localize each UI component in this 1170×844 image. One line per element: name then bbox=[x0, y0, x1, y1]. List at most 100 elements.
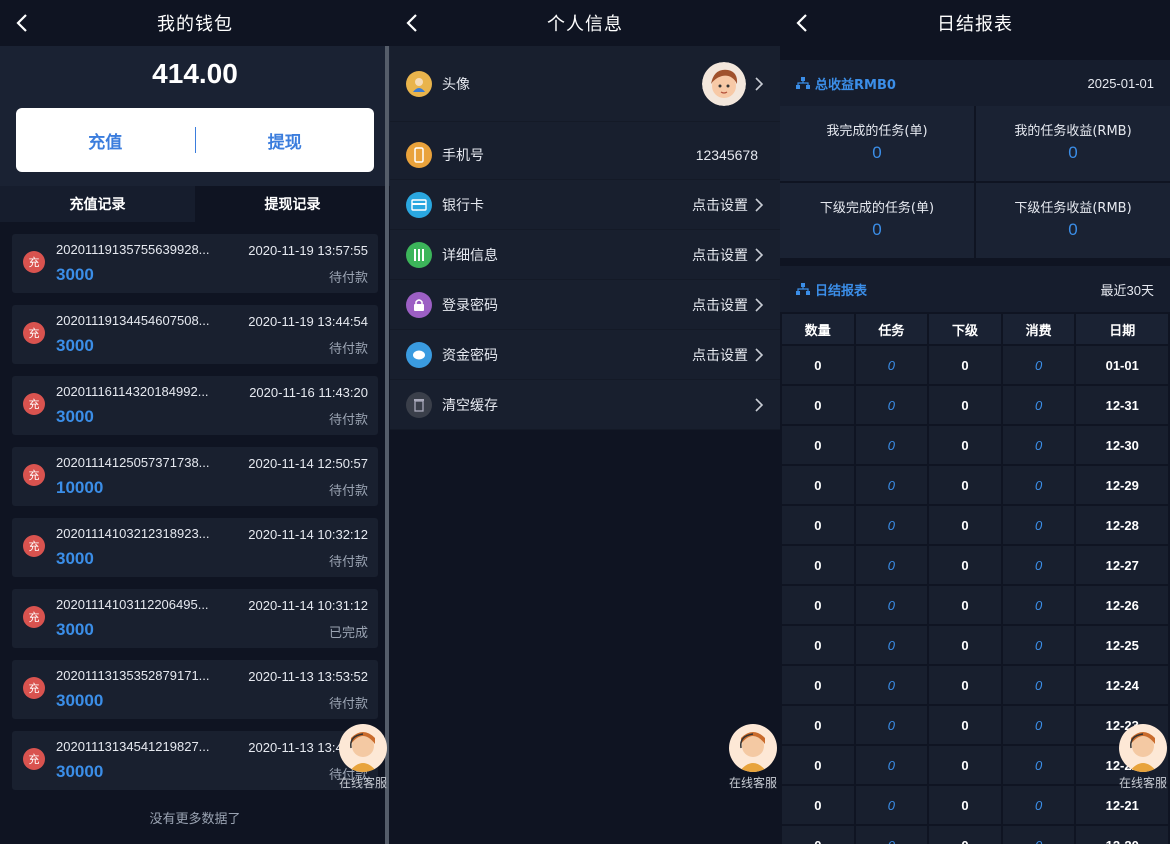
order-id: 20201119135755639928... bbox=[56, 242, 210, 257]
record-item[interactable]: 充 20201114125057371738... 10000 2020-11-14 … bbox=[12, 447, 378, 506]
order-time: 2020-11-14 10:31:12 bbox=[248, 598, 368, 613]
table-cell: 0 bbox=[929, 706, 1001, 744]
record-item[interactable]: 充 20201119135755639928... 3000 2020-11-19 1… bbox=[12, 234, 378, 293]
tab-withdraw-records[interactable]: 提现记录 bbox=[195, 186, 390, 222]
record-item[interactable]: 充 20201114103212318923... 3000 2020-11-14 1… bbox=[12, 518, 378, 577]
table-cell: 12-26 bbox=[1076, 586, 1168, 624]
row-label: 银行卡 bbox=[442, 197, 484, 214]
stat-card: 下级完成的任务(单) 0 bbox=[780, 183, 974, 258]
row-label: 详细信息 bbox=[442, 247, 498, 264]
user-avatar bbox=[702, 61, 746, 106]
table-row: 0 0 0 0 12-21 bbox=[782, 786, 1168, 824]
daily-title: 日结报表 bbox=[796, 280, 867, 299]
table-cell: 0 bbox=[929, 466, 1001, 504]
back-arrow-icon[interactable] bbox=[402, 11, 424, 35]
tab-recharge-records[interactable]: 充值记录 bbox=[0, 186, 195, 222]
table-cell: 0 bbox=[855, 346, 928, 384]
order-amount: 3000 bbox=[56, 620, 94, 639]
withdraw-button[interactable]: 提现 bbox=[196, 128, 375, 153]
row-value: 点击设置 bbox=[692, 196, 748, 213]
profile-row-clear-cache[interactable]: 清空缓存 bbox=[390, 380, 780, 430]
table-cell: 0 bbox=[929, 546, 1001, 584]
profile-row-avatar[interactable]: 头像 bbox=[390, 46, 780, 122]
online-service-button[interactable]: 在线客服 bbox=[1117, 724, 1169, 791]
table-cell: 0 bbox=[855, 426, 928, 464]
stats-grid: 我完成的任务(单) 0 我的任务收益(RMB) 0 下级完成的任务(单) 0 下级任务… bbox=[780, 106, 1170, 258]
order-status: 待付款 bbox=[328, 271, 368, 286]
profile-screen: 个人信息 头像 手机号 12345678 银行卡 点击设置 详细信息 点击设置 … bbox=[390, 0, 780, 844]
piggy-bank-icon bbox=[406, 341, 432, 368]
daily-title-text: 日结报表 bbox=[815, 283, 868, 299]
table-cell: 0 bbox=[929, 506, 1001, 544]
table-cell: 0 bbox=[855, 586, 928, 624]
table-cell: 0 bbox=[1002, 546, 1075, 584]
row-value: 点击设置 bbox=[692, 346, 748, 363]
table-cell: 0 bbox=[855, 786, 928, 824]
table-cell: 0 bbox=[1002, 826, 1075, 844]
back-arrow-icon[interactable] bbox=[12, 11, 34, 35]
online-service-button[interactable]: 在线客服 bbox=[727, 724, 779, 791]
recharge-badge: 充 bbox=[23, 535, 45, 557]
record-item[interactable]: 充 20201113135352879171... 30000 2020-11-13 … bbox=[12, 660, 378, 719]
avatar-icon bbox=[406, 70, 432, 97]
stat-value: 0 bbox=[872, 220, 882, 239]
order-id: 20201113134541219827... bbox=[56, 739, 210, 754]
table-row: 0 0 0 0 12-30 bbox=[782, 426, 1168, 464]
order-amount: 3000 bbox=[56, 336, 94, 355]
recharge-button[interactable]: 充值 bbox=[16, 128, 195, 153]
table-cell: 0 bbox=[782, 826, 854, 844]
record-item[interactable]: 充 20201119134454607508... 3000 2020-11-19 1… bbox=[12, 305, 378, 364]
summary-date: 2025-01-01 bbox=[1087, 75, 1155, 91]
daily-range[interactable]: 最近30天 bbox=[1101, 280, 1154, 299]
row-label: 手机号 bbox=[442, 147, 484, 164]
record-item[interactable]: 充 20201113134541219827... 30000 2020-11-13 … bbox=[12, 731, 378, 790]
profile-row-bank-card[interactable]: 银行卡 点击设置 bbox=[390, 180, 780, 230]
page-title: 个人信息 bbox=[547, 14, 623, 35]
stat-label: 我的任务收益(RMB) bbox=[1014, 124, 1132, 139]
row-label: 登录密码 bbox=[442, 297, 498, 314]
phone-value: 12345678 bbox=[695, 146, 758, 163]
table-row: 0 0 0 0 12-25 bbox=[782, 626, 1168, 664]
daily-report-screen: 日结报表 总收益RMB0 2025-01-01 我完成的任务(单) 0 我的任务收… bbox=[780, 0, 1170, 844]
recharge-badge: 充 bbox=[23, 748, 45, 770]
trash-icon bbox=[406, 391, 432, 418]
row-label: 清空缓存 bbox=[442, 397, 498, 414]
table-row: 0 0 0 0 12-24 bbox=[782, 666, 1168, 704]
table-cell: 0 bbox=[929, 346, 1001, 384]
record-item[interactable]: 充 20201114103112206495... 3000 2020-11-14 1… bbox=[12, 589, 378, 648]
daily-header: 日结报表 最近30天 bbox=[780, 266, 1170, 312]
service-label: 在线客服 bbox=[338, 776, 387, 790]
table-cell: 0 bbox=[782, 506, 854, 544]
column-header: 日期 bbox=[1076, 314, 1168, 344]
online-service-button[interactable]: 在线客服 bbox=[337, 724, 389, 791]
table-cell: 12-29 bbox=[1076, 466, 1168, 504]
table-header-row: 数量 任务 下级 消费 日期 bbox=[782, 314, 1168, 344]
summary-title-text: 总收益RMB0 bbox=[815, 77, 896, 93]
row-label: 头像 bbox=[442, 76, 470, 93]
back-arrow-icon[interactable] bbox=[792, 11, 814, 35]
service-label: 在线客服 bbox=[728, 776, 777, 790]
record-item[interactable]: 充 20201116114320184992... 3000 2020-11-16 1… bbox=[12, 376, 378, 435]
order-status: 已完成 bbox=[328, 626, 368, 641]
order-id: 20201114103212318923... bbox=[56, 526, 210, 541]
no-more-text: 没有更多数据了 bbox=[149, 812, 241, 827]
profile-row-phone[interactable]: 手机号 12345678 bbox=[390, 130, 780, 180]
service-label: 在线客服 bbox=[1118, 776, 1167, 790]
service-agent-icon bbox=[339, 724, 387, 772]
chevron-right-icon bbox=[755, 76, 764, 91]
profile-row-fund-password[interactable]: 资金密码 点击设置 bbox=[390, 330, 780, 380]
table-cell: 0 bbox=[1002, 466, 1075, 504]
table-row: 0 0 0 0 12-22 bbox=[782, 746, 1168, 784]
table-cell: 12-31 bbox=[1076, 386, 1168, 424]
chevron-right-icon bbox=[755, 197, 764, 212]
report-header: 日结报表 bbox=[780, 0, 1170, 46]
table-cell: 0 bbox=[782, 586, 854, 624]
order-id: 20201114103112206495... bbox=[56, 597, 209, 612]
column-header: 消费 bbox=[1002, 314, 1075, 344]
order-id: 20201119134454607508... bbox=[56, 313, 210, 328]
recharge-badge: 充 bbox=[23, 464, 45, 486]
table-cell: 0 bbox=[782, 346, 854, 384]
profile-row-login-password[interactable]: 登录密码 点击设置 bbox=[390, 280, 780, 330]
hierarchy-icon bbox=[796, 77, 810, 89]
profile-row-details[interactable]: 详细信息 点击设置 bbox=[390, 230, 780, 280]
